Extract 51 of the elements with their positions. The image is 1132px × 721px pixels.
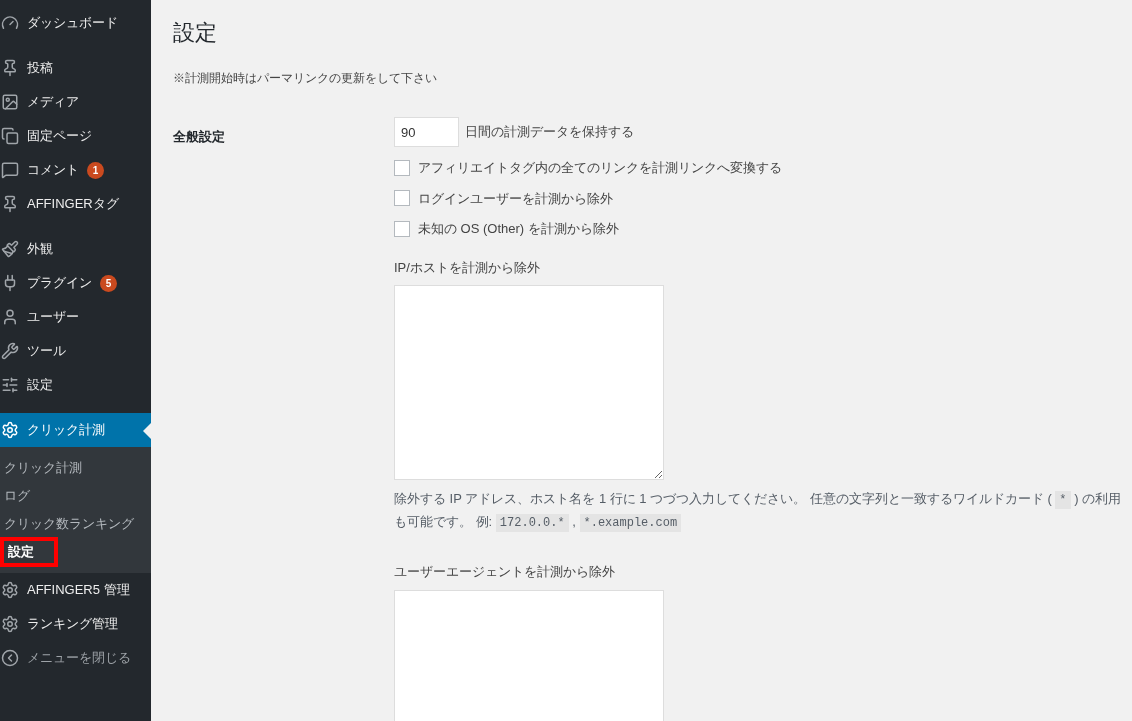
pin-icon: [1, 59, 19, 77]
checkbox-label: ログインユーザーを計測から除外: [418, 189, 613, 208]
submenu-item[interactable]: 設定: [0, 537, 58, 567]
menu-item[interactable]: 設定: [0, 368, 151, 402]
menu-item[interactable]: コメント 1: [0, 153, 151, 187]
checkbox-label: 未知の OS (Other) を計測から除外: [418, 220, 619, 238]
menu-item[interactable]: メディア: [0, 85, 151, 119]
current-pointer: [143, 423, 151, 439]
submenu-item[interactable]: クリック計測: [0, 458, 82, 478]
page-title: 設定: [173, 19, 218, 47]
settings-icon: [1, 615, 19, 633]
section-label: 全般設定: [173, 129, 225, 144]
user-icon: [1, 308, 19, 326]
field-label: ユーザーエージェントを計測から除外: [394, 563, 616, 581]
menu-item[interactable]: 固定ページ: [0, 119, 151, 153]
settings-icon: [1, 421, 19, 439]
days-field[interactable]: 90: [394, 117, 459, 147]
menu-item[interactable]: ダッシュボード: [0, 6, 151, 40]
image-icon: [1, 93, 19, 111]
checkbox-label: アフィリエイトタグ内の全てのリンクを計測リンクへ変換する: [418, 159, 782, 177]
menu-item[interactable]: ランキング管理: [0, 607, 151, 641]
menu-item[interactable]: プラグイン 5: [0, 266, 151, 300]
submenu-item[interactable]: ログ: [0, 486, 30, 506]
menu-item[interactable]: AFFINGERタグ: [0, 187, 151, 221]
days-label: 日間の計測データを保持する: [465, 123, 634, 142]
field-label: IP/ホストを計測から除外: [394, 258, 541, 277]
count-badge: 5: [100, 274, 117, 292]
menu-item[interactable]: ツール: [0, 334, 151, 368]
wrench-icon: [1, 342, 19, 360]
menu-item[interactable]: AFFINGER5 管理: [0, 573, 151, 607]
submenu-item[interactable]: クリック数ランキング: [0, 514, 134, 534]
menu-item[interactable]: 外観: [0, 232, 151, 266]
menu-item[interactable]: メニューを閉じる: [0, 641, 151, 675]
pages-icon: [1, 127, 19, 145]
menu-item[interactable]: 投稿: [0, 51, 151, 85]
speech-bubble-icon: [1, 161, 19, 179]
checkbox[interactable]: [394, 220, 410, 237]
paintbrush-icon: [1, 240, 19, 258]
notice-text: ※計測開始時はパーマリンクの更新をして下さい: [173, 70, 438, 87]
gauge-icon: [1, 14, 19, 32]
collapse-icon: [1, 649, 19, 667]
count-badge: 1: [87, 161, 104, 179]
menu-item[interactable]: ユーザー: [0, 300, 151, 334]
settings-icon: [1, 581, 19, 599]
menu-item[interactable]: クリック計測: [0, 413, 151, 447]
checkbox[interactable]: [394, 190, 410, 207]
checkbox[interactable]: [394, 159, 410, 176]
sliders-icon: [1, 376, 19, 394]
ip-exclude-textarea[interactable]: [394, 285, 664, 480]
pin-icon: [1, 195, 19, 213]
help-text: 除外する IP アドレス、ホスト名を 1 行に 1 つづつ入力してください。 任意の文字列と一致するワイルドカード ( * ) の利用も可能です。 例: 172.0.0.* , *.example.com: [394, 490, 1123, 534]
